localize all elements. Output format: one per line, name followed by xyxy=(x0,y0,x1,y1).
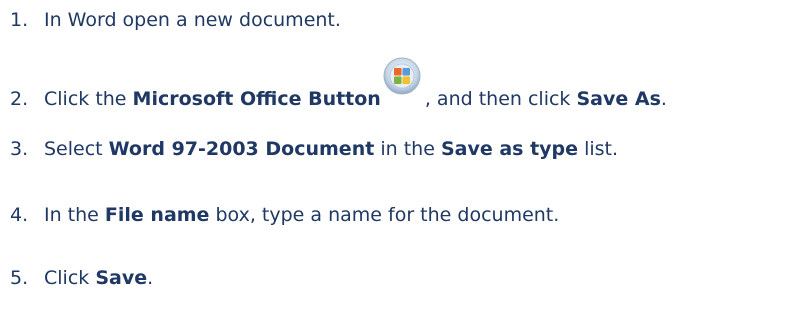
step-1: 1. In Word open a new document. xyxy=(10,5,341,35)
step-number: 5. xyxy=(10,267,29,289)
step-text-mid: in the xyxy=(374,138,441,160)
step-text-pre: In the xyxy=(44,204,105,226)
step-2: 2. Click the Microsoft Office Button , an… xyxy=(10,57,667,110)
step-number: 3. xyxy=(10,138,29,160)
step-text: In Word open a new document. xyxy=(44,9,341,31)
file-name-label: File name xyxy=(104,204,210,226)
step-text-pre: Click the xyxy=(44,88,133,110)
step-5: 5. Click Save. xyxy=(10,263,153,293)
step-text-post: . xyxy=(147,267,154,289)
office-button-graphic xyxy=(383,57,421,95)
step-text-post: box, type a name for the document. xyxy=(209,204,560,226)
microsoft-office-button-label: Microsoft Office Button xyxy=(132,88,381,110)
save-as-type-label: Save as type xyxy=(440,138,579,160)
step-text-post: list. xyxy=(578,138,619,160)
step-text-pre: Select xyxy=(44,138,109,160)
step-number: 1. xyxy=(10,9,29,31)
save-label: Save xyxy=(95,267,148,289)
step-text-pre: Click xyxy=(44,267,96,289)
word-97-2003-document-label: Word 97-2003 Document xyxy=(108,138,375,160)
step-4: 4. In the File name box, type a name for … xyxy=(10,200,559,230)
step-text-mid: , and then click xyxy=(424,88,577,110)
microsoft-office-button-icon xyxy=(383,57,421,95)
save-as-label: Save As xyxy=(576,88,661,110)
step-number: 2. xyxy=(10,88,29,110)
instruction-steps: 1. In Word open a new document. 2. Click t… xyxy=(0,0,798,311)
step-number: 4. xyxy=(10,204,29,226)
step-text-post: . xyxy=(660,88,667,110)
step-3: 3. Select Word 97-2003 Document in the Sa… xyxy=(10,134,618,164)
